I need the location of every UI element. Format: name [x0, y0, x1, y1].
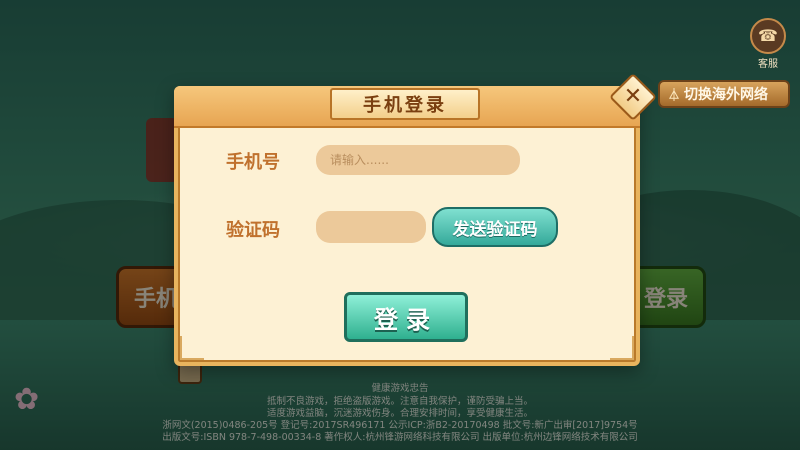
switch-overseas-network-label: 切换海外网络	[684, 87, 769, 103]
corner-ornament	[610, 336, 634, 360]
customer-support-button[interactable]: ☎ 客服	[750, 18, 786, 70]
send-code-label: 发送验证码	[452, 219, 538, 240]
antenna-icon: ⏃	[668, 87, 681, 102]
send-code-button[interactable]: 发送验证码	[432, 207, 558, 247]
login-button[interactable]: 登录	[344, 292, 468, 342]
verification-code-input[interactable]	[316, 211, 426, 243]
verification-code-label: 验证码	[226, 220, 280, 241]
support-icon: ☎	[750, 18, 786, 54]
close-icon: ✕	[623, 84, 643, 109]
login-label: 登录	[374, 305, 438, 334]
phone-label: 手机号	[226, 152, 280, 173]
corner-ornament	[180, 336, 204, 360]
switch-overseas-network-button[interactable]: ⏃ 切换海外网络	[658, 80, 790, 108]
phone-input[interactable]	[316, 145, 520, 175]
dialog-header: 手机登录	[174, 86, 640, 128]
dialog-title: 手机登录	[330, 88, 480, 120]
support-label: 客服	[758, 59, 778, 70]
